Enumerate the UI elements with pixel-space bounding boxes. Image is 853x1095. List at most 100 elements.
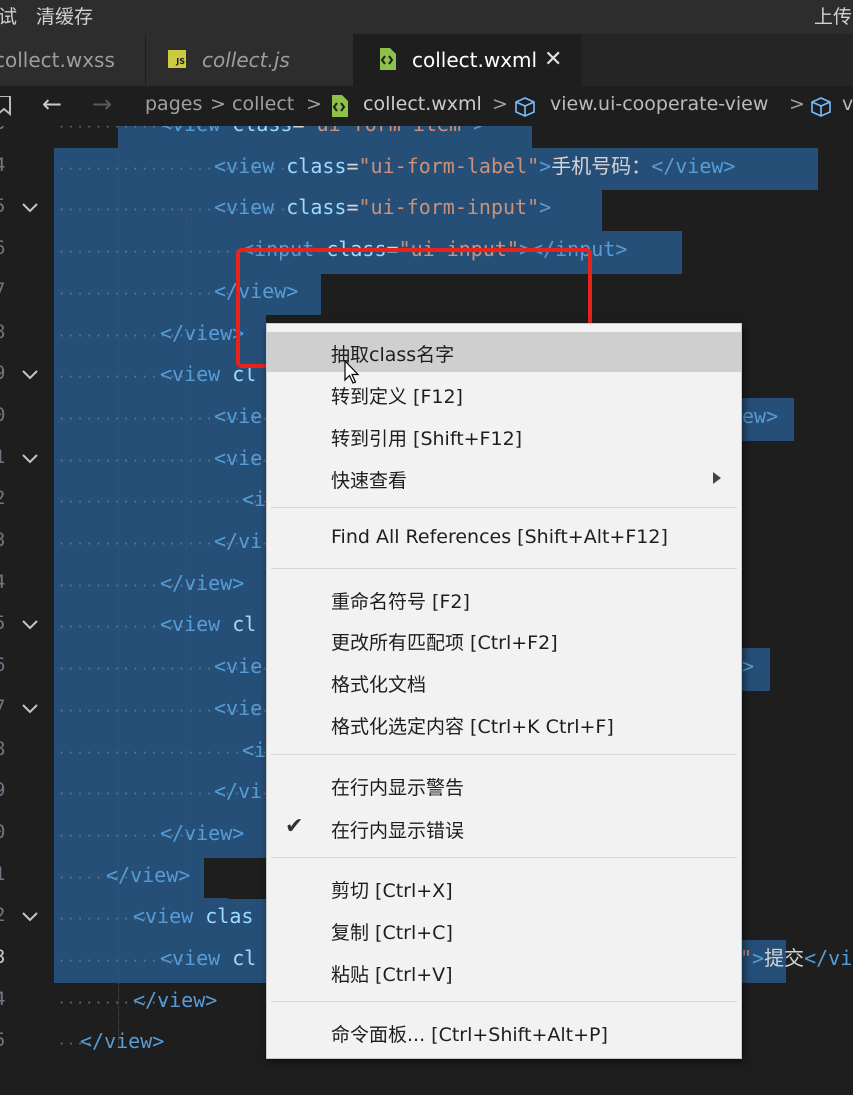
code-token: <view xyxy=(160,126,232,136)
code-line: <vie xyxy=(214,404,262,428)
menu-item-label: 复制 [Ctrl+C] xyxy=(331,922,453,944)
wxml-file-icon xyxy=(332,95,348,117)
code-line: <view cl xyxy=(160,612,256,636)
fold-chevron-down-icon[interactable] xyxy=(20,614,40,634)
code-line: </view> xyxy=(160,821,244,845)
menu-item[interactable]: 快速查看 xyxy=(267,458,741,498)
code-token: "ui-form-item" xyxy=(305,126,474,136)
code-token: > xyxy=(752,946,765,970)
menu-item-label: 格式化文档 xyxy=(331,674,427,696)
menu-item[interactable]: 剪切 [Ctrl+X] xyxy=(267,868,741,908)
breadcrumb-separator: > xyxy=(492,93,508,115)
menu-item[interactable]: 抽取class名字 xyxy=(267,332,741,372)
toolbar-item-test[interactable]: 试 xyxy=(0,2,17,29)
code-line: </view> xyxy=(80,1029,164,1053)
code-token: </view> xyxy=(160,820,245,845)
code-line: <view class="ui-form-label">手机号码：</view> xyxy=(214,154,735,178)
code-token: </view> xyxy=(160,320,245,345)
code-token: class xyxy=(286,195,347,220)
line-number: 1 xyxy=(0,446,8,468)
breadcrumb-separator: > xyxy=(306,93,322,115)
line-number: 3 xyxy=(0,529,8,551)
code-line: </view> xyxy=(160,571,244,595)
breadcrumb-pages[interactable]: pages xyxy=(145,93,202,115)
wxml-file-icon xyxy=(380,48,396,70)
breadcrumb-file[interactable]: collect.wxml xyxy=(363,93,482,115)
code-token: </vi xyxy=(804,946,853,970)
line-number: 5 xyxy=(0,195,8,217)
code-line: <i xyxy=(242,738,266,762)
menu-item[interactable]: 重命名符号 [F2] xyxy=(267,579,741,619)
code-token: <view xyxy=(214,153,287,178)
editor-tabs: collect.wxss JS collect.js collect.wxml … xyxy=(0,34,853,86)
code-token: <i xyxy=(242,487,267,512)
cube-icon xyxy=(515,97,535,117)
code-token: <view xyxy=(160,946,233,970)
menu-item-label: 更改所有匹配项 [Ctrl+F2] xyxy=(331,632,558,654)
code-line: </view> xyxy=(133,988,217,1012)
code-token: <vie xyxy=(214,445,263,470)
fold-chevron-down-icon[interactable] xyxy=(20,197,40,217)
code-token: </view> xyxy=(133,987,218,1012)
code-token: </view> xyxy=(80,1029,165,1054)
line-number: 5 xyxy=(0,612,8,634)
tab-collect-js[interactable]: JS collect.js xyxy=(146,34,354,86)
menu-item[interactable]: 在行内显示警告 xyxy=(267,765,741,805)
code-token: <view xyxy=(160,362,233,387)
breadcrumb-collect[interactable]: collect xyxy=(232,93,294,115)
menu-item-label: 粘贴 [Ctrl+V] xyxy=(331,964,453,986)
menu-separator xyxy=(271,507,737,508)
menu-item[interactable]: ✔ 在行内显示错误 xyxy=(267,808,741,848)
title-bar: 试 清缓存 上传 xyxy=(0,0,853,34)
menu-item-label: Find All References [Shift+Alt+F12] xyxy=(331,526,668,548)
js-file-icon: JS xyxy=(168,50,186,68)
menu-item[interactable]: Find All References [Shift+Alt+F12] xyxy=(267,518,741,558)
fold-chevron-down-icon[interactable] xyxy=(20,448,40,468)
line-number: 4 xyxy=(0,988,8,1010)
menu-item[interactable]: 格式化选定内容 [Ctrl+K Ctrl+F] xyxy=(267,704,741,744)
code-token: = xyxy=(346,153,359,178)
line-number: 3 xyxy=(0,126,8,134)
code-token: <vie xyxy=(214,403,263,428)
breadcrumb-separator: > xyxy=(789,93,805,115)
toolbar-item-upload[interactable]: 上传 xyxy=(814,2,852,29)
code-token: <i xyxy=(242,737,267,762)
menu-item[interactable]: 复制 [Ctrl+C] xyxy=(267,910,741,950)
line-number: 2 xyxy=(0,904,8,926)
menu-item[interactable]: 粘贴 [Ctrl+V] xyxy=(267,952,741,992)
line-number: 7 xyxy=(0,279,8,301)
tab-collect-wxss[interactable]: collect.wxss xyxy=(0,34,146,86)
menu-item[interactable]: 更改所有匹配项 [Ctrl+F2] xyxy=(267,620,741,660)
line-number: 2 xyxy=(0,487,8,509)
tab-label: collect.wxss xyxy=(0,48,115,72)
context-menu: 抽取class名字 转到定义 [F12] 转到引用 [Shift+F12] 快速查看 F… xyxy=(266,323,742,1059)
menu-item[interactable]: 转到定义 [F12] xyxy=(267,374,741,414)
code-token: class xyxy=(232,126,292,136)
menu-item-label: 在行内显示警告 xyxy=(331,777,465,799)
back-arrow-icon[interactable]: ← xyxy=(42,90,62,118)
breadcrumb-element-next[interactable]: v xyxy=(842,93,853,115)
code-token: = xyxy=(346,195,359,220)
fold-chevron-down-icon[interactable] xyxy=(20,364,40,384)
fold-chevron-down-icon[interactable] xyxy=(20,698,40,718)
line-number: 4 xyxy=(0,154,8,176)
menu-item[interactable]: 命令面板... [Ctrl+Shift+Alt+P] xyxy=(267,1012,741,1052)
menu-item-label: 在行内显示错误 xyxy=(331,820,465,842)
menu-item-label: 快速查看 xyxy=(331,470,408,492)
code-line: </vi xyxy=(214,779,262,803)
forward-arrow-icon[interactable]: → xyxy=(92,90,112,118)
mouse-cursor-icon xyxy=(344,360,360,384)
tab-collect-wxml[interactable]: collect.wxml ✕ xyxy=(354,34,582,86)
close-icon[interactable]: ✕ xyxy=(544,34,562,86)
menu-item[interactable]: 格式化文档 xyxy=(267,662,741,702)
bookmark-icon[interactable] xyxy=(0,96,12,116)
indent-guide xyxy=(118,146,120,1046)
code-token: clas xyxy=(205,904,254,929)
menu-separator xyxy=(271,568,737,569)
breadcrumb-element[interactable]: view.ui-cooperate-view xyxy=(550,93,768,115)
toolbar-item-clear-cache[interactable]: 清缓存 xyxy=(36,2,93,29)
fold-chevron-down-icon[interactable] xyxy=(20,906,40,926)
line-number: 5 xyxy=(0,1029,8,1051)
code-line: <i xyxy=(242,487,266,511)
menu-item[interactable]: 转到引用 [Shift+F12] xyxy=(267,416,741,456)
